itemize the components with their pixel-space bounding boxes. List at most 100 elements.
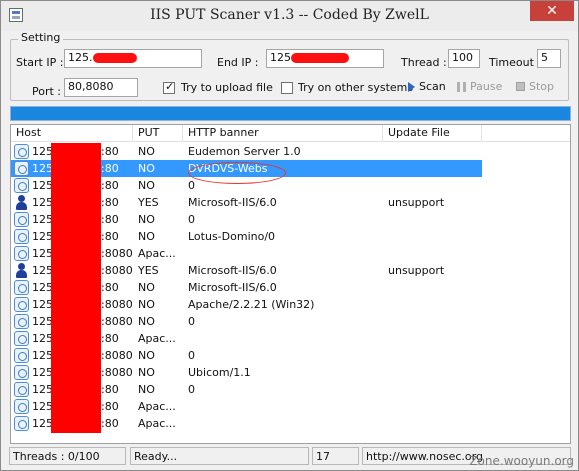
start-ip-input[interactable]: 125. [64,49,202,68]
cell-host: 125 [32,281,52,294]
host-icon [14,161,29,176]
cell-port: :80 [101,281,119,294]
cell-update-file [388,245,482,262]
cell-put: Apac... [138,332,176,345]
cell-banner [188,245,383,262]
scan-button[interactable]: Scan [408,80,446,93]
cell-update-file [388,160,482,177]
host-icon [14,280,29,295]
close-button[interactable]: ✕ [530,1,574,21]
pause-icon [457,81,466,92]
host-icon [14,246,29,261]
cell-banner: Microsoft-IIS/6.0 [188,281,277,294]
start-ip-label: Start IP : [16,56,64,69]
host-icon [14,365,29,380]
cell-banner [188,398,383,415]
title-bar[interactable]: IIS PUT Scaner v1.3 -- Coded By ZwelL ✕ [1,1,578,31]
host-icon [14,416,29,431]
cell-update-file [388,228,482,245]
cell-put: YES [138,196,159,209]
cell-put: NO [138,213,155,226]
user-icon [14,263,29,278]
column-update-file[interactable]: Update File [383,125,482,142]
cell-banner: 0 [188,383,195,396]
cell-port: :8080 [101,315,133,328]
banner-annotation [188,162,286,184]
column-banner[interactable]: HTTP banner [183,125,383,142]
cell-port: :80 [101,383,119,396]
cell-banner: Microsoft-IIS/6.0 [188,196,277,209]
window-title: IIS PUT Scaner v1.3 -- Coded By ZwelL [150,7,429,23]
timeout-label: Timeout : [489,56,542,69]
host-icon [14,297,29,312]
end-ip-input[interactable]: 125 [266,49,384,68]
cell-host: 125 [32,332,52,345]
end-ip-redaction [291,53,349,63]
cell-banner: 0 [188,213,195,226]
column-put[interactable]: PUT [133,125,183,142]
settings-group-label: Setting [18,31,64,44]
host-icon [14,331,29,346]
cell-update-file [388,415,482,432]
scan-label: Scan [419,80,446,93]
upload-checkbox[interactable] [163,80,175,94]
stop-button[interactable]: Stop [516,80,554,93]
host-icon [14,348,29,363]
cell-update-file [388,398,482,415]
column-host[interactable]: Host [11,125,133,142]
cell-host: 125 [32,196,52,209]
cell-port: :8080 [101,247,133,260]
cell-put: NO [138,230,155,243]
cell-put: NO [138,349,155,362]
results-list[interactable]: Host PUT HTTP banner Update File 125 :80 N… [10,124,571,444]
cell-port: :80 [101,417,119,430]
cell-port: :8080 [101,366,133,379]
play-icon [408,81,415,92]
timeout-input[interactable]: 5 [537,49,561,68]
cell-put: NO [138,298,155,311]
pause-button[interactable]: Pause [457,80,502,93]
cell-host: 125 [32,162,52,175]
port-input[interactable]: 80,8080 [64,78,138,97]
cell-banner: Microsoft-IIS/6.0 [188,264,277,277]
stop-icon [516,82,525,91]
cell-banner: Ubicom/1.1 [188,366,251,379]
cell-banner: 0 [188,315,195,328]
cell-put: Apac... [138,247,176,260]
app-window: IIS PUT Scaner v1.3 -- Coded By ZwelL ✕ … [0,0,579,471]
cell-update-file [388,364,482,381]
end-ip-label: End IP : [217,56,259,69]
cell-update-file [388,211,482,228]
user-icon [14,195,29,210]
port-label: Port : [32,85,62,98]
cell-host: 125 [32,298,52,311]
host-icon [14,178,29,193]
host-icon [14,144,29,159]
cell-put: YES [138,264,159,277]
cell-banner [188,330,383,347]
cell-host: 125 [32,145,52,158]
cell-put: NO [138,366,155,379]
cell-host: 125 [32,247,52,260]
status-state: Ready... [130,447,309,465]
host-icon [14,382,29,397]
other-systems-checkbox[interactable] [281,82,293,94]
watermark: Zone.wooyun.org [469,454,574,468]
cell-put: NO [138,179,155,192]
cell-port: :80 [101,145,119,158]
cell-put: NO [138,383,155,396]
pause-label: Pause [470,80,503,93]
upload-label[interactable]: Try to upload file [181,81,273,94]
cell-update-file [388,279,482,296]
cell-banner: Eudemon Server 1.0 [188,145,301,158]
cell-host: 125 [32,179,52,192]
status-threads: Threads : 0/100 [9,447,126,465]
cell-update-file [388,177,482,194]
cell-port: :8080 [101,298,133,311]
list-header: Host PUT HTTP banner Update File [11,125,570,142]
progress-bar [10,106,571,121]
other-systems-label[interactable]: Try on other systems [298,81,413,94]
cell-update-file [388,313,482,330]
thread-input[interactable]: 100 [448,49,480,68]
start-ip-value: 125. [68,51,93,64]
